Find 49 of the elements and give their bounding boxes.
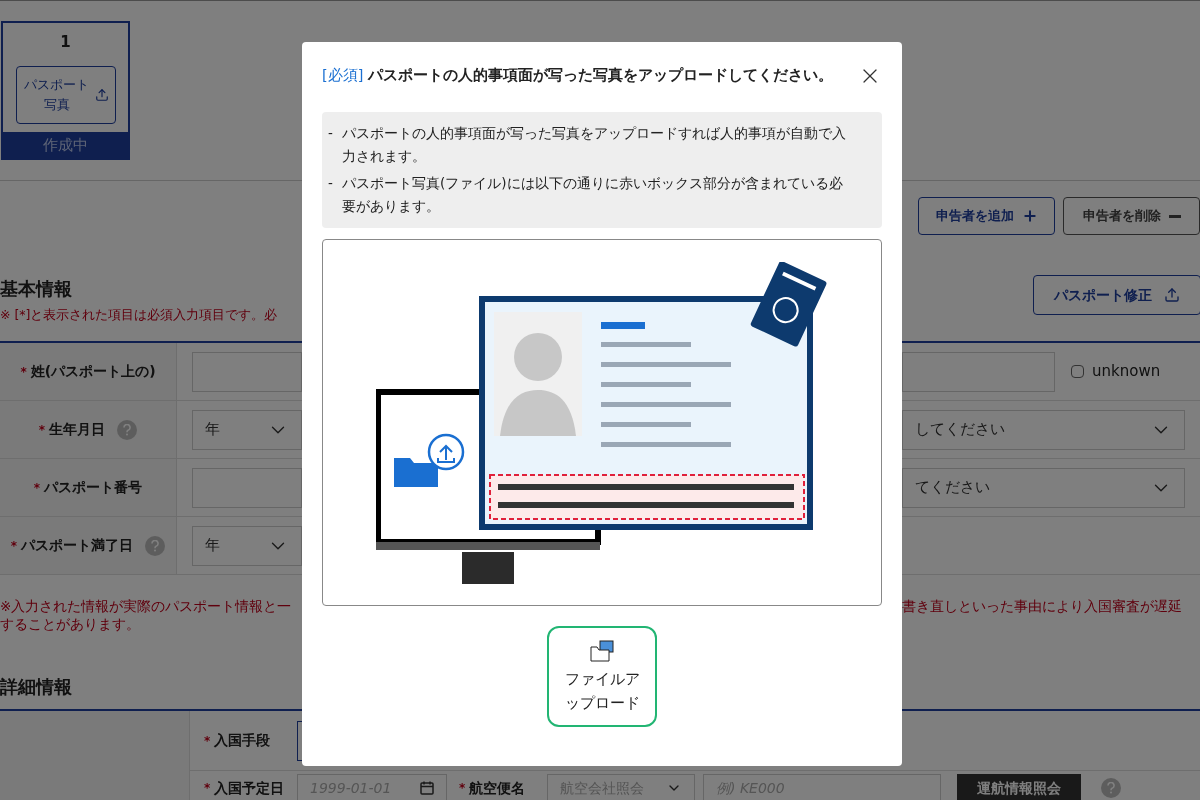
minus-icon	[1168, 214, 1181, 218]
select-field[interactable]: てください	[902, 467, 1185, 508]
help-icon[interactable]	[1101, 778, 1121, 798]
applicant-number: 1	[60, 32, 71, 53]
field-label: 入国手段	[214, 731, 271, 750]
required-mark: *	[204, 732, 211, 749]
upload-icon	[1164, 287, 1180, 303]
passport-photo-button[interactable]: パスポート写真	[15, 65, 116, 124]
plus-icon	[1021, 208, 1038, 224]
upload-icon	[94, 87, 109, 102]
required-mark: *	[33, 479, 41, 496]
passport-edit-button[interactable]: パスポート修正	[1033, 275, 1200, 315]
file-upload-button[interactable]: ファイルアップロード	[547, 626, 657, 727]
field-label: 生年月日	[49, 420, 106, 439]
add-applicant-button[interactable]: 申告者を追加	[918, 197, 1055, 235]
info-note: - パスポートの人的事項面が写った写真をアップロードすれば人的事項が自動で入力されます。	[328, 124, 847, 166]
help-icon[interactable]	[145, 535, 166, 556]
warning-text: ※入力された情報が実際のパスポート情報と一	[0, 597, 293, 615]
required-mark: *	[20, 363, 27, 380]
select-field[interactable]: 年	[192, 409, 302, 450]
unknown-checkbox[interactable]: unknown	[1071, 360, 1161, 383]
info-note: - パスポート写真(ファイル)には以下の通りに赤いボックス部分が含まれている必要があります。	[328, 174, 844, 216]
select-field[interactable]: 年	[192, 525, 302, 566]
help-icon[interactable]	[117, 419, 138, 440]
field-label: パスポート満了日	[21, 536, 134, 555]
warning-text: することがあります。	[0, 615, 141, 633]
applicant-tab[interactable]: 1 パスポート写真 作成中	[1, 21, 130, 160]
dialog-title: [必須] パスポートの人的事項面が写った写真をアップロードしてください。	[322, 66, 834, 86]
required-mark: *	[459, 780, 466, 796]
section-title: 詳細情報	[0, 675, 72, 699]
required-mark: *	[10, 537, 18, 554]
required-note: ※ [*]と表示された項目は必須入力項目です。必	[0, 306, 279, 325]
status-label: 作成中	[3, 131, 128, 158]
text-input[interactable]	[192, 351, 302, 392]
calendar-icon	[420, 781, 434, 795]
required-mark: *	[204, 780, 211, 796]
required-mark: *	[38, 421, 46, 438]
select-field[interactable]: してください	[902, 409, 1185, 450]
section-title: 基本情報	[0, 277, 73, 302]
field-label: パスポート番号	[44, 478, 143, 497]
folder-icon	[589, 638, 615, 663]
text-input[interactable]	[902, 351, 1055, 392]
field-label: 航空便名	[469, 778, 526, 798]
field-label: 姓(パスポート上の)	[30, 362, 156, 381]
warning-text: 書き直しといった事由により入国審査が遅延	[902, 597, 1182, 616]
field-label: 入国予定日	[214, 778, 285, 798]
remove-applicant-button[interactable]: 申告者を削除	[1063, 197, 1200, 235]
flight-lookup-button[interactable]: 運航情報照会	[957, 774, 1081, 800]
text-input[interactable]	[192, 467, 302, 508]
